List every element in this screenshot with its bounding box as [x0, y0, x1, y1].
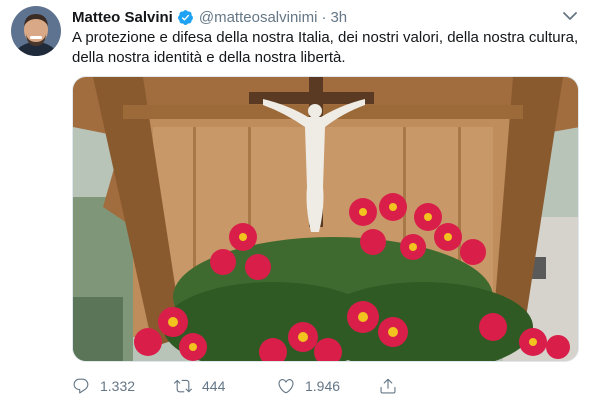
verified-icon — [177, 9, 194, 26]
tweet-text-line: della nostra identità e della nostra lib… — [72, 49, 346, 66]
like-button[interactable]: 1.946 — [277, 377, 379, 395]
retweet-button[interactable]: 444 — [174, 377, 277, 395]
retweet-icon — [174, 379, 192, 393]
author-handle[interactable]: @matteosalvinimi — [199, 9, 318, 26]
tweet-header: Matteo Salvini @matteosalvinimi · 3h — [72, 7, 347, 27]
chevron-down-icon[interactable] — [562, 9, 578, 23]
reply-count: 1.332 — [100, 378, 136, 394]
tweet-card[interactable]: Matteo Salvini @matteosalvinimi · 3h A p… — [0, 0, 592, 400]
separator-dot: · — [321, 8, 327, 26]
timestamp[interactable]: 3h — [330, 9, 347, 26]
tweet-photo[interactable] — [72, 76, 579, 362]
like-icon — [278, 379, 294, 394]
author-name[interactable]: Matteo Salvini — [72, 9, 173, 26]
share-button[interactable] — [379, 377, 397, 395]
retweet-count: 444 — [202, 378, 226, 394]
reply-icon — [73, 378, 89, 394]
share-icon — [380, 378, 396, 394]
like-count: 1.946 — [305, 378, 341, 394]
avatar[interactable] — [11, 6, 61, 56]
tweet-actions: 1.332 444 1.946 — [72, 375, 402, 397]
tweet-text-line: A protezione e difesa della nostra Itali… — [72, 29, 579, 46]
tweet-text: A protezione e difesa della nostra Itali… — [72, 28, 582, 68]
reply-button[interactable]: 1.332 — [72, 377, 174, 395]
